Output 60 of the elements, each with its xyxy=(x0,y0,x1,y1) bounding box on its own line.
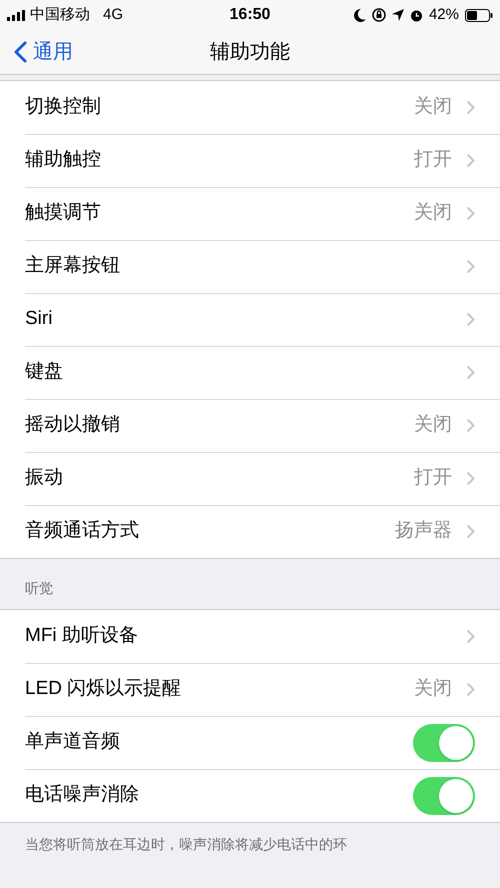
settings-row[interactable]: 振动 打开 xyxy=(0,452,500,505)
row-value: 关闭 xyxy=(414,201,452,226)
row-value: 打开 xyxy=(414,148,452,172)
settings-row[interactable]: 摇动以撤销 关闭 xyxy=(0,399,500,452)
row-label: 电话噪声消除 xyxy=(25,783,139,808)
section-footer: 当您将听筒放在耳边时，噪声消除将减少电话中的环 xyxy=(25,836,347,852)
chevron-icon xyxy=(466,418,475,433)
chevron-icon xyxy=(466,100,475,115)
signal-icon xyxy=(7,10,27,20)
chevron-icon xyxy=(466,153,475,168)
row-value: 扬声器 xyxy=(395,519,452,544)
toggle-switch[interactable] xyxy=(413,776,475,814)
battery-percent: 42% xyxy=(428,4,459,25)
chevron-icon xyxy=(466,206,475,221)
settings-row[interactable]: 单声道音频 xyxy=(0,716,500,769)
row-label: 切换控制 xyxy=(25,95,101,120)
chevron-icon xyxy=(466,524,475,539)
settings-row[interactable]: LED 闪烁以示提醒 关闭 xyxy=(0,663,500,716)
row-value: 关闭 xyxy=(414,677,452,702)
settings-row[interactable]: MFi 助听设备 xyxy=(0,610,500,663)
location-icon xyxy=(392,9,404,21)
row-label: 单声道音频 xyxy=(25,730,120,754)
chevron-icon xyxy=(466,365,475,380)
chevron-icon xyxy=(466,312,475,327)
back-link[interactable]: 通用 xyxy=(0,37,73,67)
row-label: LED 闪烁以示提醒 xyxy=(25,677,182,702)
row-value: 打开 xyxy=(414,466,452,490)
section-header: 听觉 xyxy=(25,579,53,598)
nav-title: 辅助功能 xyxy=(210,40,290,65)
battery-icon xyxy=(465,8,493,22)
row-label: 触摸调节 xyxy=(25,201,101,226)
settings-row[interactable]: 切换控制 关闭 xyxy=(0,81,500,134)
carrier-name: 中国移动 xyxy=(30,4,90,25)
chevron-icon xyxy=(466,471,475,486)
settings-row[interactable]: 电话噪声消除 xyxy=(0,769,500,822)
row-label: Siri xyxy=(25,307,52,332)
row-label: 主屏幕按钮 xyxy=(25,254,120,278)
rotation-lock-icon xyxy=(372,8,386,22)
row-label: 振动 xyxy=(25,466,63,490)
settings-row[interactable]: Siri xyxy=(0,293,500,346)
chevron-icon xyxy=(466,682,475,697)
chevron-icon xyxy=(466,629,475,644)
row-label: 摇动以撤销 xyxy=(25,413,120,438)
settings-row[interactable]: 主屏幕按钮 xyxy=(0,240,500,293)
row-value: 关闭 xyxy=(414,95,452,120)
row-label: 音频通话方式 xyxy=(25,519,139,544)
settings-row[interactable]: 音频通话方式 扬声器 xyxy=(0,505,500,558)
chevron-icon xyxy=(466,259,475,274)
row-value: 关闭 xyxy=(414,413,452,438)
network-type: 4G xyxy=(103,4,124,25)
status-time: 16:50 xyxy=(230,5,270,25)
back-chevron-icon xyxy=(14,41,27,63)
toggle-switch[interactable] xyxy=(413,724,475,762)
settings-row[interactable]: 触摸调节 关闭 xyxy=(0,187,500,240)
settings-row[interactable]: 辅助触控 打开 xyxy=(0,134,500,187)
row-label: 辅助触控 xyxy=(25,148,101,172)
settings-row[interactable]: 键盘 xyxy=(0,346,500,399)
row-label: MFi 助听设备 xyxy=(25,624,138,648)
moon-icon xyxy=(354,8,366,22)
row-label: 键盘 xyxy=(25,360,63,384)
